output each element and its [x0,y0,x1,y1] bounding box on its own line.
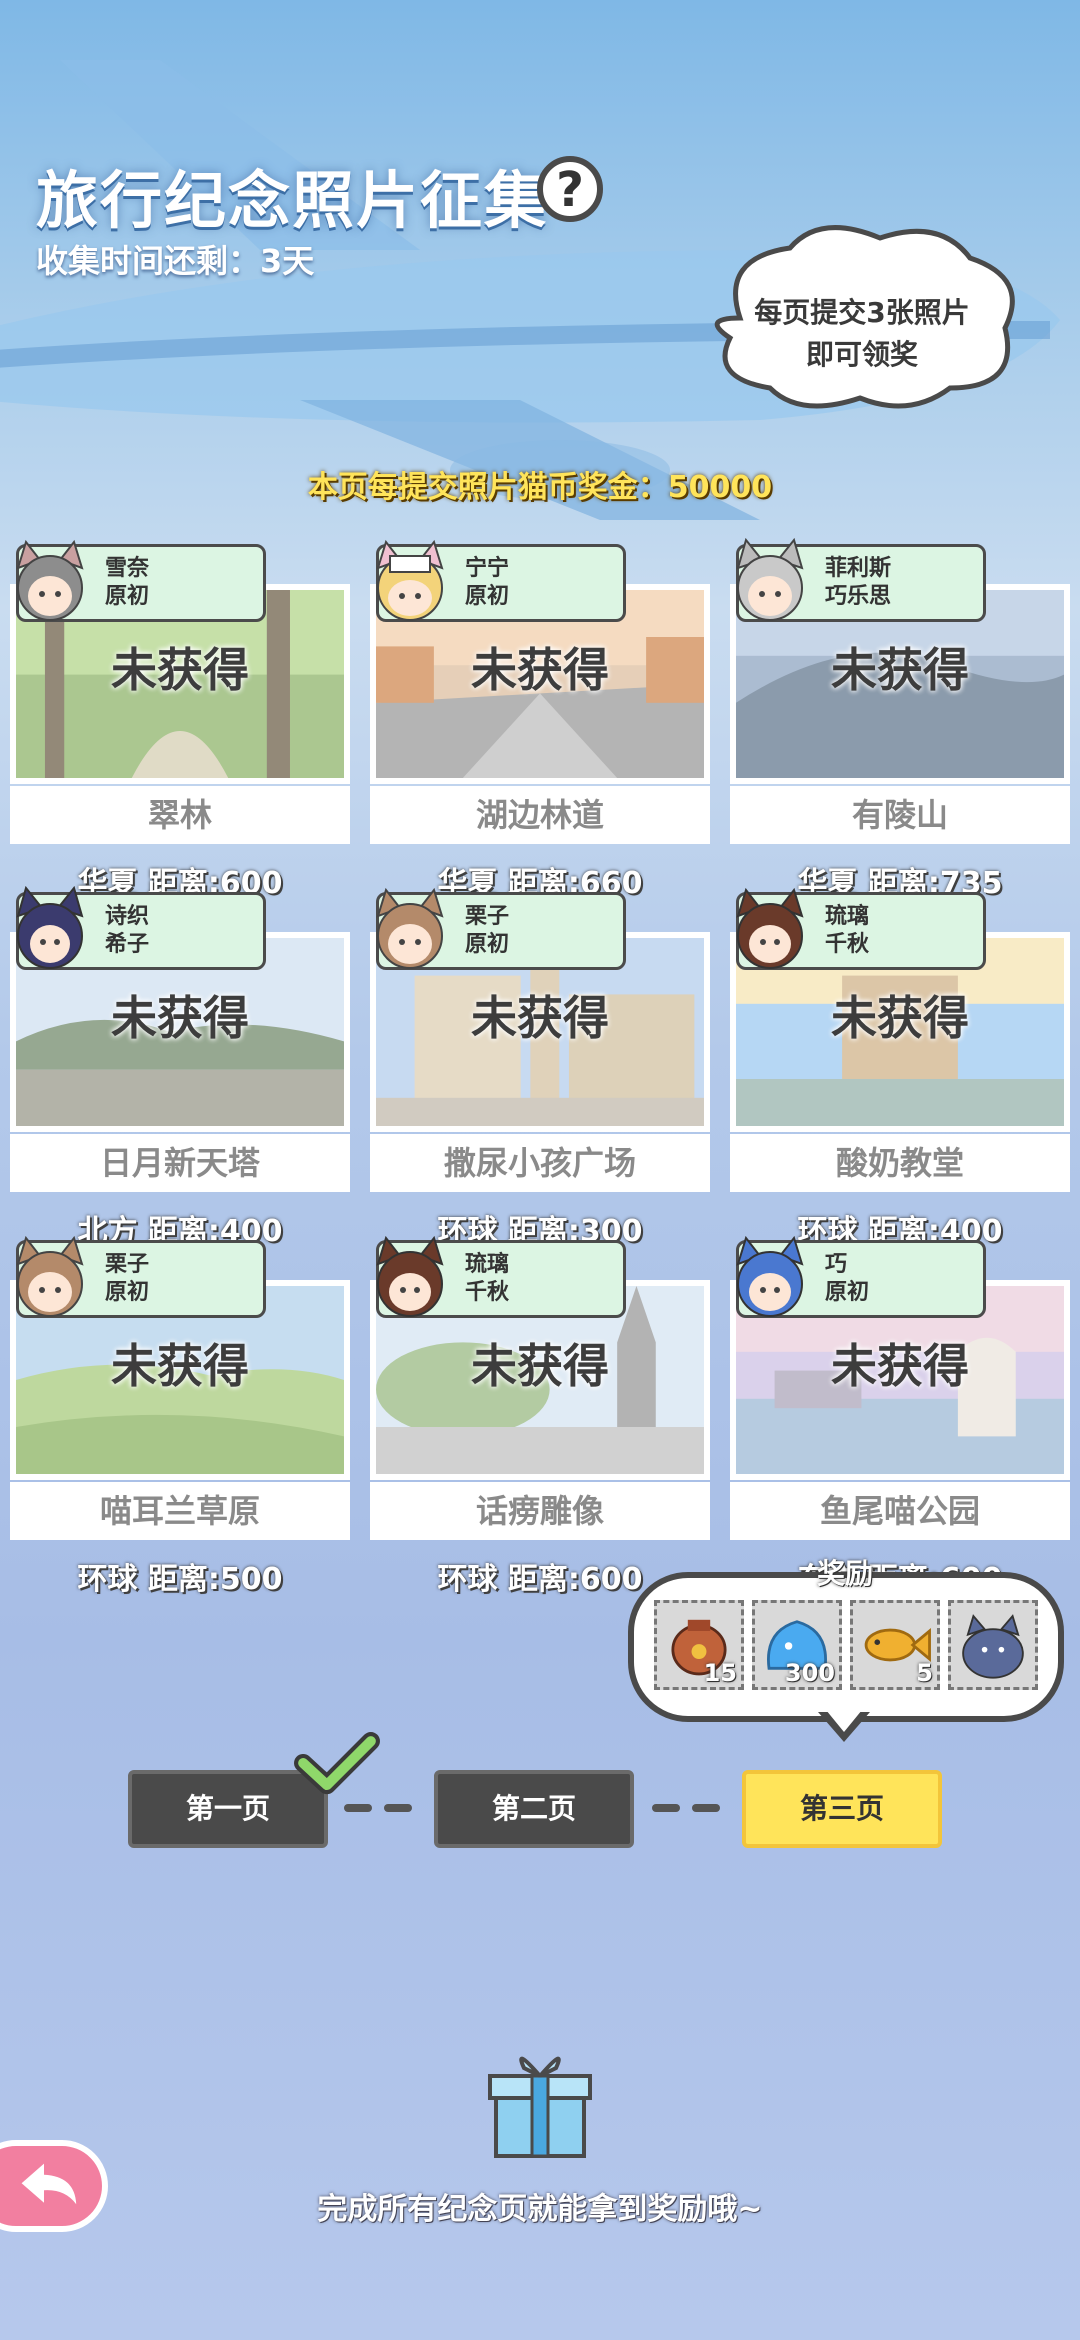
status-label: 未获得 [471,991,609,1045]
photo-card[interactable]: 未获得 环球 距离:300 撒尿小孩广场 栗子 原初 [370,887,710,1254]
location-name: 酸奶教堂 [730,1134,1070,1192]
help-button[interactable]: ? [537,156,603,222]
character-variant: 千秋 [825,932,870,957]
photo-card[interactable]: 未获得 北方 距离:400 日月新天塔 诗织 希子 [10,886,350,1254]
page-2-button[interactable]: 第二页 [434,1770,634,1848]
cat-plush-icon [962,1614,1024,1679]
status-label: 未获得 [471,643,609,697]
location-name: 有陵山 [730,786,1070,844]
gift-box-icon[interactable] [484,2046,596,2162]
character-variant: 原初 [105,1280,150,1305]
character-avatar-icon [376,1235,444,1317]
character-avatar-icon [16,1235,84,1317]
status-label: 未获得 [471,1339,609,1393]
photo-card[interactable]: 未获得 环球 距离:600 话痨雕像 琉璃 千秋 [370,1235,710,1602]
reward-item[interactable]: 300 [752,1600,842,1690]
back-arrow-icon [21,2163,77,2205]
page-3-button[interactable]: 第三页 [742,1770,942,1848]
character-avatar-icon [16,539,84,621]
bonus-text: 本页每提交照片猫币奖金：50000 [307,470,773,505]
status-label: 未获得 [111,991,249,1045]
hint-line-2: 即可领奖 [805,338,918,371]
character-avatar-icon [736,538,804,621]
character-variant: 原初 [465,584,510,609]
location-name: 鱼尾喵公园 [730,1482,1070,1540]
character-name: 栗子 [105,1252,150,1277]
character-variant: 巧乐思 [825,584,892,609]
character-variant: 原初 [825,1280,870,1305]
character-name: 栗子 [465,904,510,929]
location-name: 翠林 [10,786,350,844]
status-label: 未获得 [111,643,249,697]
reward-count: 15 [703,1659,737,1687]
character-name: 诗织 [105,904,150,929]
photo-card[interactable]: 未获得 华夏 距离:735 有陵山 菲利斯 巧乐思 [730,538,1070,906]
photo-card[interactable]: 未获得 环球 距离:400 酸奶教堂 琉璃 千秋 [730,887,1070,1254]
character-name: 菲利斯 [825,556,892,581]
character-variant: 原初 [105,584,150,609]
photo-card[interactable]: 未获得 华夏 距离:660 湖边林道 宁宁 原初 [370,539,710,906]
character-avatar-icon [736,887,804,969]
location-name: 日月新天塔 [10,1134,350,1192]
rewards-bubble-tail-inner [826,1710,862,1732]
page-connector [384,1804,412,1812]
location-name: 话痨雕像 [370,1482,710,1540]
character-name: 琉璃 [465,1252,510,1277]
location-name: 湖边林道 [370,786,710,844]
status-label: 未获得 [831,991,969,1045]
reward-item[interactable]: 15 [654,1600,744,1690]
rewards-title: 奖励 [816,1557,873,1590]
reward-item[interactable] [948,1600,1038,1690]
hint-line-1: 每页提交3张照片 [754,296,970,329]
page-title: 旅行纪念照片征集 [36,164,549,237]
character-variant: 千秋 [465,1280,510,1305]
remaining-time: 收集时间还剩：3天 [36,242,315,280]
character-avatar-icon [376,887,444,969]
page-connector [344,1804,372,1812]
character-variant: 原初 [465,932,510,957]
status-label: 未获得 [831,1339,969,1393]
page-connector [652,1804,680,1812]
reward-count: 5 [916,1659,933,1687]
character-avatar-icon [736,1235,804,1317]
distance-label: 环球 距离:500 [77,1562,283,1597]
hint-bubble-text: 每页提交3张照片 即可领奖 [712,292,1012,376]
character-variant: 希子 [105,932,150,957]
location-name: 喵耳兰草原 [10,1482,350,1540]
reward-count: 300 [784,1659,835,1687]
status-label: 未获得 [831,643,969,697]
status-label: 未获得 [111,1339,249,1393]
character-avatar-icon [16,886,84,969]
photo-card[interactable]: 未获得 环球 距离:500 喵耳兰草原 栗子原初 [10,1235,350,1602]
page-connector [692,1804,720,1812]
back-button[interactable] [0,2140,108,2232]
footer-hint: 完成所有纪念页就能拿到奖励哦~ [317,2192,763,2227]
character-name: 琉璃 [825,904,870,929]
character-name: 宁宁 [465,556,510,581]
character-name: 巧 [825,1252,848,1277]
reward-item[interactable]: 5 [850,1600,940,1690]
character-avatar-icon [376,539,444,621]
character-name: 雪奈 [105,556,150,581]
location-name: 撒尿小孩广场 [370,1134,710,1192]
photo-card[interactable]: 未获得 华夏 距离:600 翠林 雪奈 原初 [10,539,350,906]
checkmark-icon [294,1732,380,1795]
